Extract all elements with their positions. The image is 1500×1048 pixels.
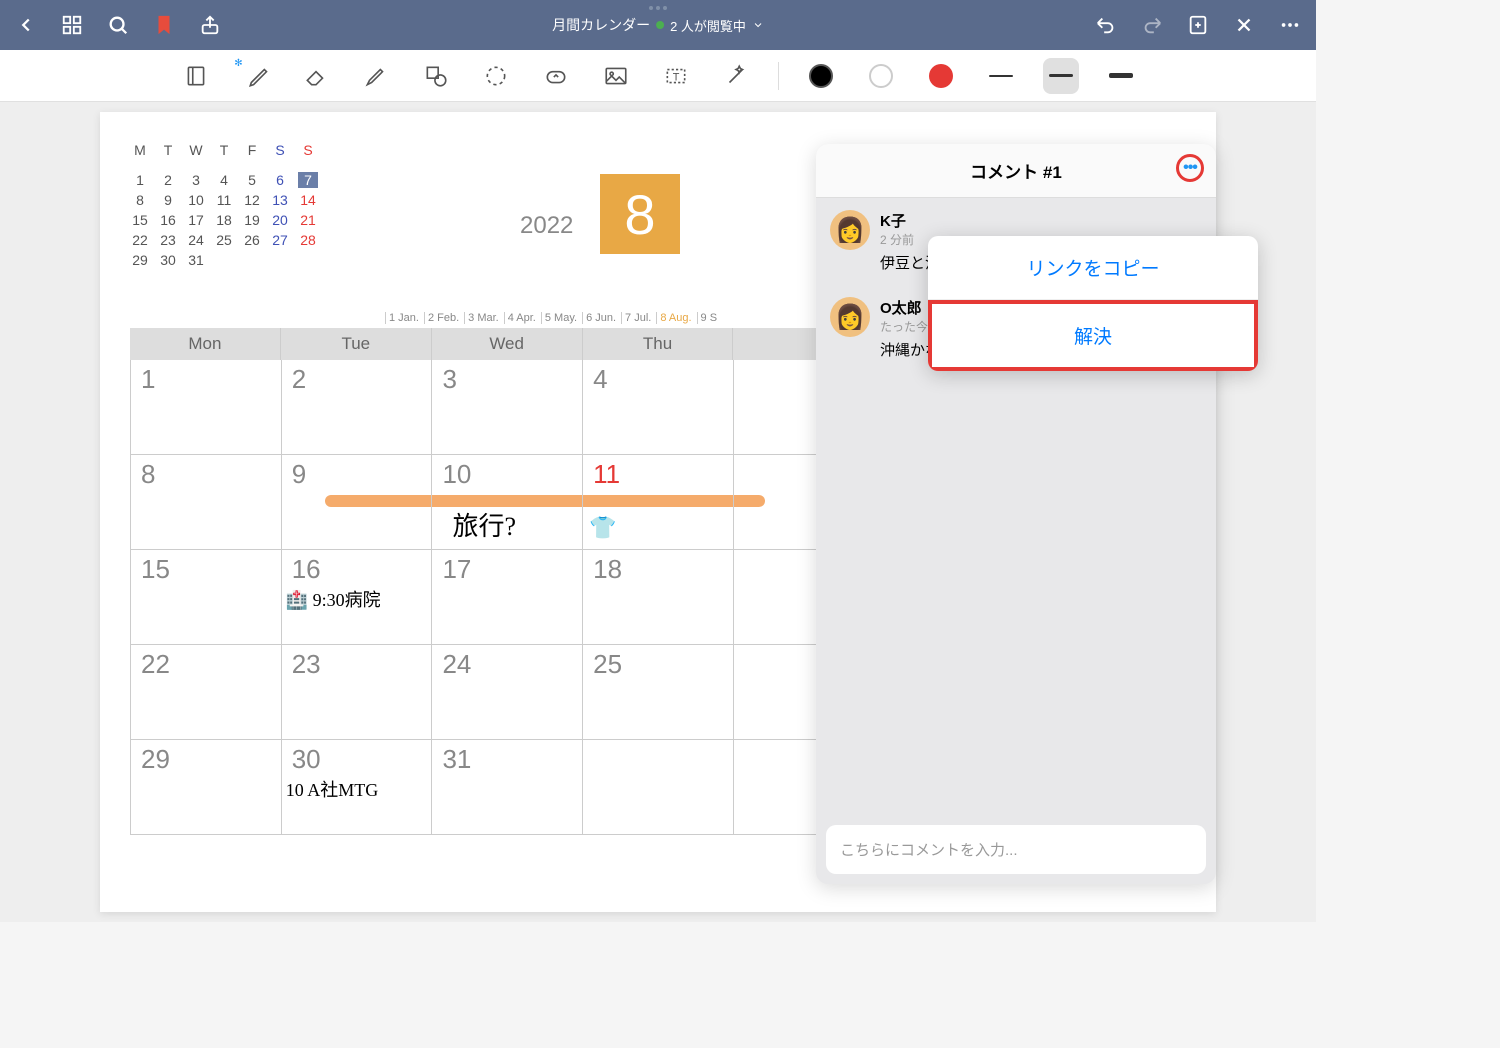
- search-icon[interactable]: [104, 11, 132, 39]
- new-page-icon[interactable]: [1184, 11, 1212, 39]
- redo-icon[interactable]: [1138, 11, 1166, 39]
- comment-author: K子: [880, 210, 1202, 231]
- mini-calendar-left: MTWTFSS 12345678910111213141516171819202…: [130, 142, 318, 268]
- document-title[interactable]: 月間カレンダー 2 人が閲覧中: [552, 15, 764, 35]
- year-label: 2022: [520, 212, 573, 240]
- presence-indicator: [656, 21, 664, 29]
- avatar: 👩: [830, 210, 870, 250]
- tool-read[interactable]: [178, 58, 214, 94]
- comment-panel-title: コメント #1 •••: [816, 144, 1216, 198]
- more-icon[interactable]: [1276, 11, 1304, 39]
- tool-stamp[interactable]: [538, 58, 574, 94]
- tool-bar: ✻ T: [0, 50, 1316, 102]
- title-bar: 月間カレンダー 2 人が閲覧中: [0, 0, 1316, 50]
- stroke-medium[interactable]: [1043, 58, 1079, 94]
- back-button[interactable]: [12, 11, 40, 39]
- menu-resolve[interactable]: 解決: [928, 300, 1258, 371]
- color-red[interactable]: [923, 58, 959, 94]
- color-white[interactable]: [863, 58, 899, 94]
- comment-input[interactable]: こちらにコメントを入力...: [826, 825, 1206, 874]
- tool-eraser[interactable]: [298, 58, 334, 94]
- tool-highlighter[interactable]: [358, 58, 394, 94]
- tool-lasso[interactable]: [478, 58, 514, 94]
- tool-shape[interactable]: [418, 58, 454, 94]
- svg-text:T: T: [672, 71, 679, 83]
- grid-icon[interactable]: [58, 11, 86, 39]
- tool-image[interactable]: [598, 58, 634, 94]
- tool-text[interactable]: T: [658, 58, 694, 94]
- color-black[interactable]: [803, 58, 839, 94]
- canvas-area: MTWTFSS 12345678910111213141516171819202…: [0, 102, 1316, 922]
- month-strip: 1 Jan.2 Feb.3 Mar.4 Apr.5 May.6 Jun.7 Ju…: [385, 312, 720, 324]
- menu-copy-link[interactable]: リンクをコピー: [928, 236, 1258, 300]
- share-icon[interactable]: [196, 11, 224, 39]
- stroke-thick[interactable]: [1103, 58, 1139, 94]
- undo-icon[interactable]: [1092, 11, 1120, 39]
- bookmark-icon[interactable]: [150, 11, 178, 39]
- avatar: 👩: [830, 297, 870, 337]
- context-menu: リンクをコピー 解決: [928, 236, 1258, 371]
- comment-more-button[interactable]: •••: [1176, 154, 1204, 182]
- comment-panel: コメント #1 ••• 👩 K子 2 分前 伊豆と沖縄、どっちか 👩 O太郎 た…: [816, 144, 1216, 884]
- window-handle[interactable]: [649, 6, 667, 10]
- tool-magic[interactable]: [718, 58, 754, 94]
- month-badge: 8: [600, 174, 680, 254]
- stroke-thin[interactable]: [983, 58, 1019, 94]
- chevron-down-icon: [752, 19, 764, 31]
- tool-pen[interactable]: ✻: [238, 58, 274, 94]
- close-icon[interactable]: [1230, 11, 1258, 39]
